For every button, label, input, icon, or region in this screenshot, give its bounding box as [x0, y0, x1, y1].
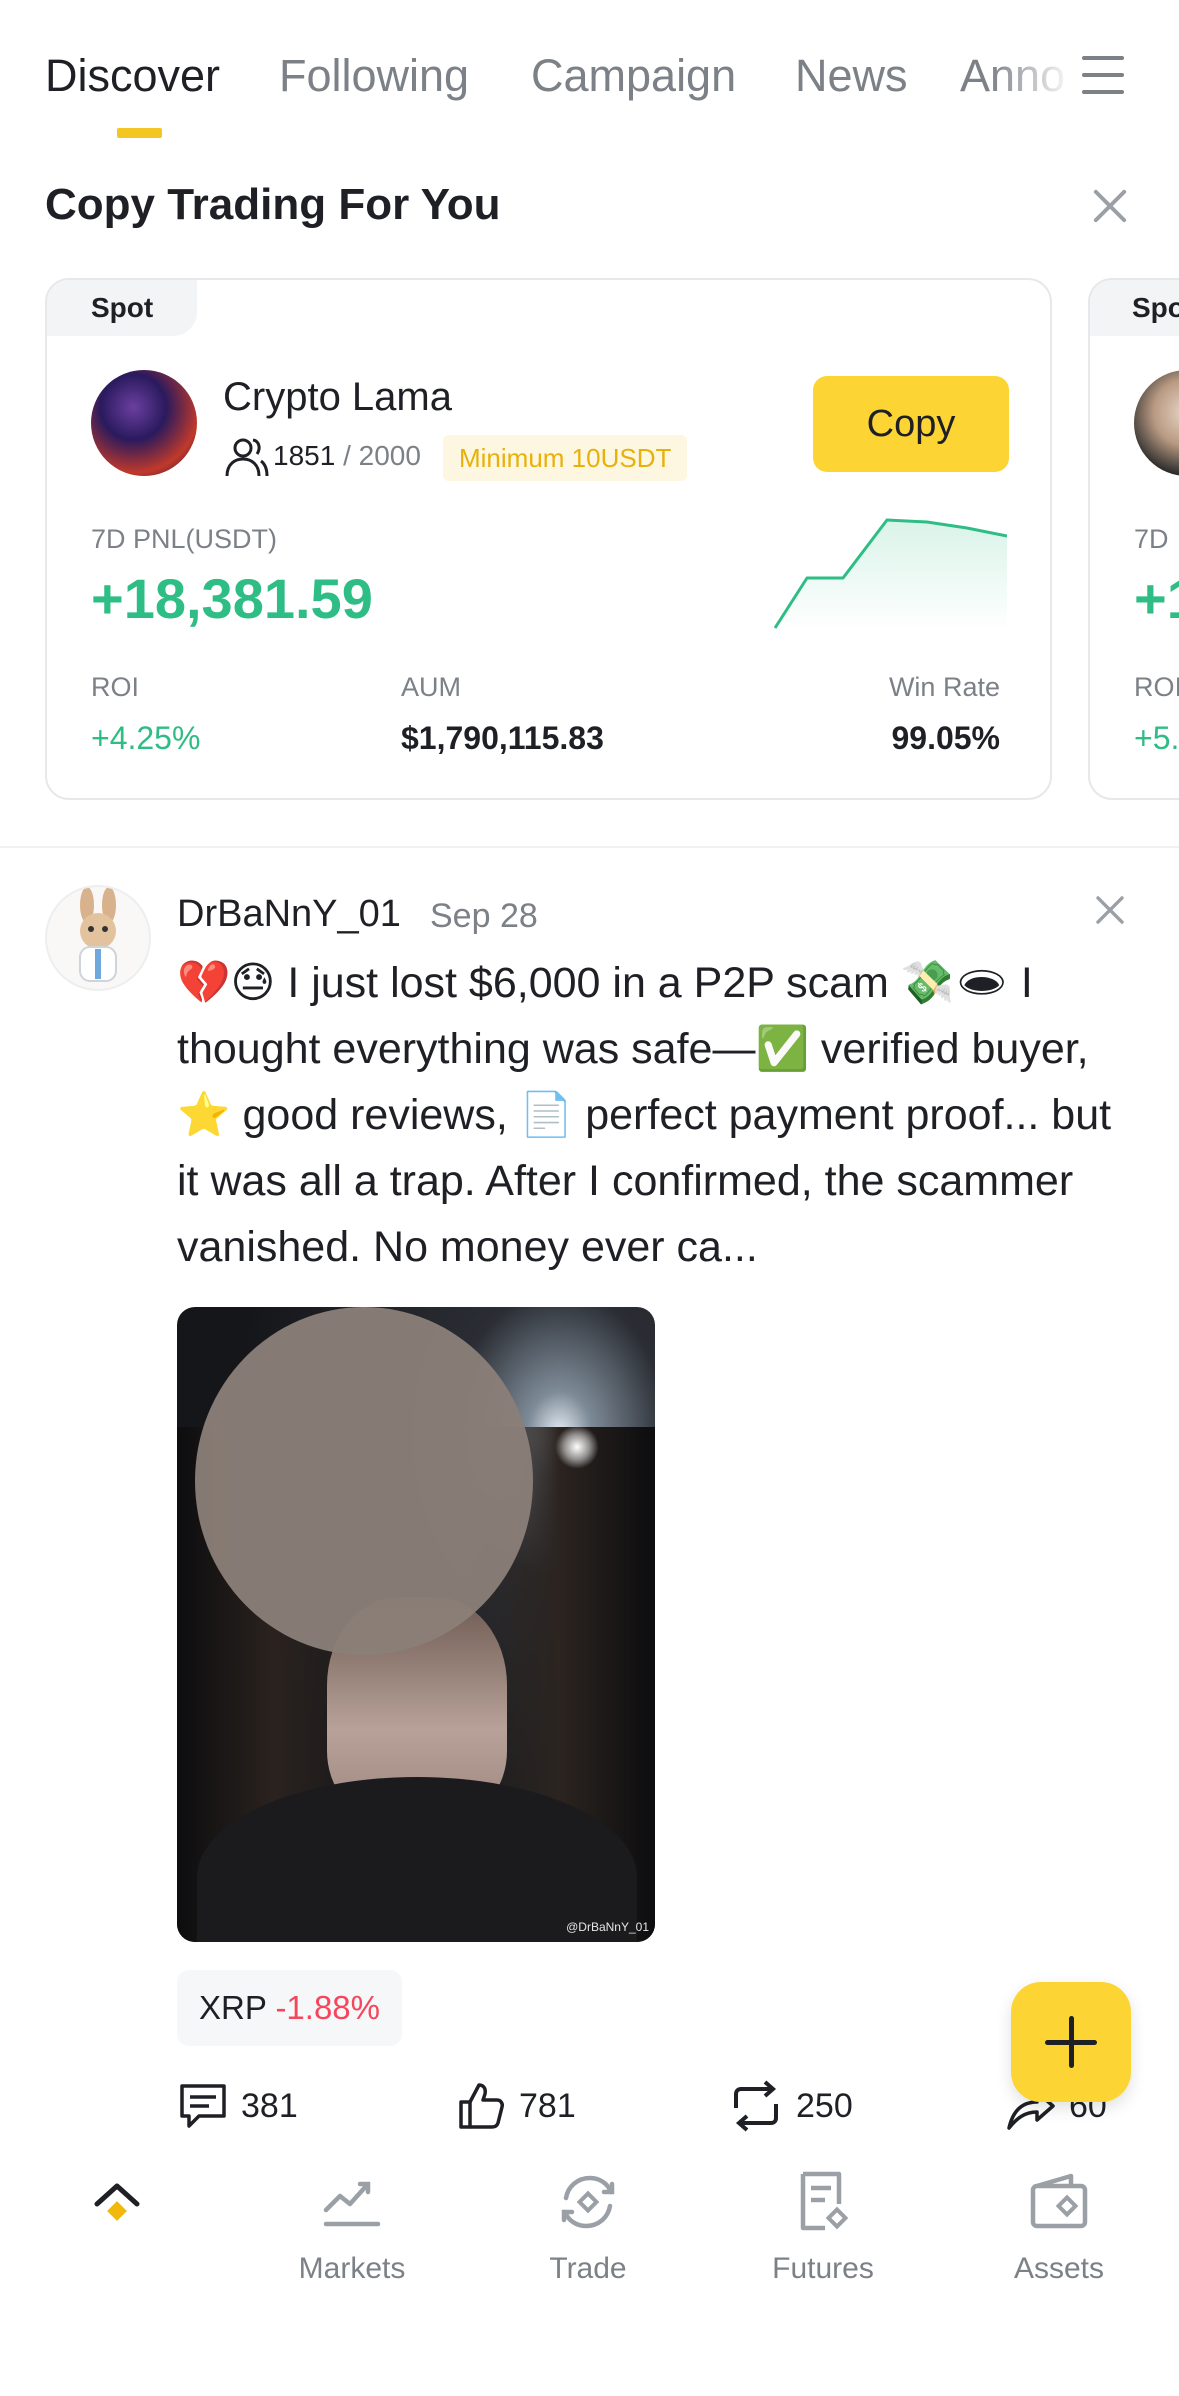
app-screen: Discover Following Campaign News Anno Co…	[0, 0, 1179, 2396]
followers-count: 1851 / 2000	[273, 440, 421, 472]
nav-futures[interactable]: Futures	[723, 2170, 923, 2286]
like-count: 781	[519, 2086, 576, 2125]
nav-assets[interactable]: Assets	[959, 2170, 1159, 2286]
pnl-value: +1	[1134, 567, 1179, 630]
like-button[interactable]: 781	[455, 2078, 576, 2134]
aum-value: $1,790,115.83	[401, 720, 604, 756]
pnl-value: +18,381.59	[91, 567, 373, 630]
tab-discover[interactable]: Discover	[45, 50, 220, 102]
nav-home[interactable]	[17, 2170, 217, 2252]
post-image[interactable]: @DrBaNnY_01	[177, 1307, 655, 1942]
nav-trade[interactable]: Trade	[488, 2170, 688, 2286]
copy-trading-card-next[interactable]: Spo 7D +1 ROI +5.	[1088, 278, 1179, 800]
nav-markets-label: Markets	[298, 2252, 406, 2285]
nav-futures-label: Futures	[772, 2252, 874, 2285]
winrate-value: 99.05%	[891, 720, 1000, 756]
tab-campaign[interactable]: Campaign	[531, 50, 736, 102]
image-streetlight	[555, 1425, 599, 1469]
rabbit-doctor-icon	[79, 887, 117, 982]
winrate-label: Win Rate	[888, 672, 1000, 702]
post-text[interactable]: 💔😓 I just lost $6,000 in a P2P scam 💸🕳 I…	[177, 950, 1137, 1280]
nav-trade-label: Trade	[549, 2252, 627, 2285]
spot-tag: Spo	[1090, 280, 1179, 336]
roi-value: +5.	[1134, 720, 1179, 756]
aum-label: AUM	[401, 672, 461, 702]
top-tab-bar: Discover Following Campaign News Anno	[0, 0, 1179, 150]
trade-icon	[561, 2175, 615, 2229]
pnl-label: 7D PNL(USDT)	[91, 524, 278, 554]
face-blur	[195, 1307, 533, 1655]
create-post-button[interactable]	[1011, 1982, 1131, 2102]
post-author[interactable]: DrBaNnY_01	[177, 893, 401, 936]
menu-icon[interactable]	[1082, 54, 1124, 96]
nav-markets[interactable]: Markets	[252, 2170, 452, 2286]
trader-name[interactable]: Crypto Lama	[223, 375, 452, 420]
comment-button[interactable]: 381	[177, 2078, 298, 2134]
repost-button[interactable]: 250	[728, 2078, 853, 2134]
image-watermark: @DrBaNnY_01	[566, 1920, 649, 1934]
wallet-icon	[1030, 2173, 1088, 2229]
repost-count: 250	[796, 2086, 853, 2125]
copy-trading-card[interactable]: Spot Crypto Lama 1851 / 2000 Minimum 10U…	[45, 278, 1052, 800]
roi-value: +4.25%	[91, 720, 201, 756]
markets-icon	[323, 2181, 381, 2227]
home-icon	[94, 2183, 140, 2221]
avatar[interactable]	[45, 885, 151, 991]
coin-change: -1.88%	[275, 1989, 380, 2026]
followers-max: / 2000	[343, 440, 421, 471]
pnl-label: 7D	[1134, 524, 1169, 554]
section-divider	[0, 846, 1179, 848]
tab-news[interactable]: News	[795, 50, 908, 102]
section-title: Copy Trading For You	[45, 180, 501, 229]
coin-symbol: XRP	[199, 1989, 267, 2026]
post-date: Sep 28	[430, 897, 538, 935]
pnl-sparkline	[773, 518, 1007, 630]
avatar[interactable]	[91, 370, 197, 476]
dismiss-post-icon[interactable]	[1095, 895, 1126, 926]
close-icon[interactable]	[1092, 188, 1128, 224]
bottom-nav: Markets Trade Futures Assets	[0, 2140, 1179, 2396]
repost-icon	[734, 2080, 778, 2132]
roi-label: ROI	[91, 672, 140, 702]
avatar[interactable]	[1134, 370, 1179, 476]
tab-following[interactable]: Following	[279, 50, 469, 102]
roi-label: ROI	[1134, 672, 1179, 702]
active-tab-indicator	[117, 128, 162, 138]
thumbs-up-icon	[459, 2083, 504, 2129]
copy-button[interactable]: Copy	[813, 376, 1009, 472]
coin-tag[interactable]: XRP -1.88%	[177, 1970, 402, 2046]
nav-assets-label: Assets	[1013, 2252, 1105, 2285]
spot-tag: Spot	[47, 280, 198, 336]
futures-icon	[800, 2171, 849, 2231]
comment-count: 381	[241, 2086, 298, 2125]
minimum-badge: Minimum 10USDT	[443, 435, 688, 481]
users-icon	[225, 438, 269, 477]
comment-icon	[180, 2084, 226, 2128]
followers-value: 1851	[273, 440, 336, 471]
